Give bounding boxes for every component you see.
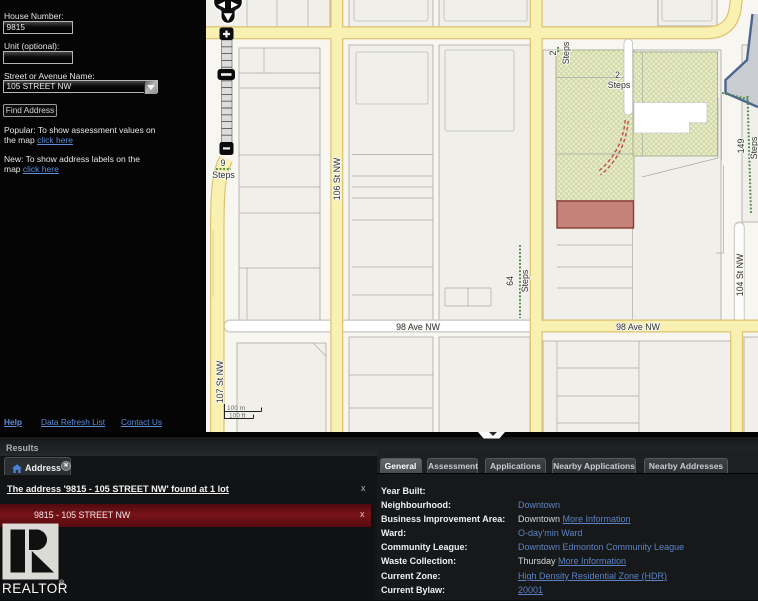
svg-text:100 ft: 100 ft: [229, 413, 245, 420]
svg-text:9: 9: [221, 158, 226, 168]
svg-text:®: ®: [59, 579, 65, 587]
svg-text:149: 149: [736, 139, 746, 154]
svg-text:100 m: 100 m: [227, 405, 245, 412]
svg-text:98 Ave NW: 98 Ave NW: [396, 322, 441, 332]
svg-text:2: 2: [548, 50, 558, 55]
svg-text:Steps: Steps: [608, 80, 631, 90]
svg-text:Steps: Steps: [749, 136, 758, 159]
svg-text:106 St NW: 106 St NW: [332, 157, 342, 200]
svg-text:98 Ave NW: 98 Ave NW: [616, 322, 661, 332]
svg-text:2: 2: [615, 70, 620, 80]
svg-text:Steps: Steps: [561, 41, 571, 64]
svg-text:104 St NW: 104 St NW: [735, 253, 745, 296]
svg-text:64: 64: [505, 276, 515, 286]
svg-text:Steps: Steps: [520, 269, 530, 292]
svg-text:Steps: Steps: [212, 170, 235, 180]
svg-text:107 St NW: 107 St NW: [215, 360, 225, 403]
